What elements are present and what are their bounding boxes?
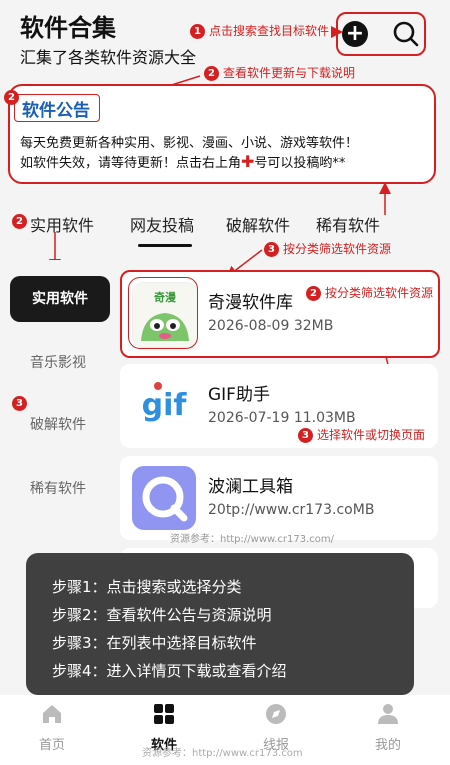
bolan-app-icon [132,466,196,530]
compass-icon [266,704,286,724]
step-1: 步骤1：点击搜索或选择分类 [52,578,242,596]
step-2: 步骤2：查看软件公告与资源说明 [52,606,272,624]
step-4: 步骤4：进入详情页下载或查看介绍 [52,662,287,680]
tab-rare[interactable]: 稀有软件 [316,212,380,236]
app-card-bolan[interactable]: 波澜工具箱 20tp://www.cr173.coMB [120,456,438,540]
notice-title: 软件公告 [22,101,90,121]
annotation-select: 3 选择软件或切换页面 [298,426,425,443]
notice-line-1: 每天免费更新各种实用、影视、漫画、小说、游戏等软件！ [20,136,359,151]
app-name: GIF助手 [208,385,270,405]
annotation-badge: 2 [4,90,19,105]
watermark: 资源参考：http://www.cr173.com/ [170,534,335,545]
tab-cracked[interactable]: 破解软件 [226,212,290,236]
nav-mine[interactable]: 我的 [358,702,418,753]
annotation-badge: 2 [12,214,27,229]
user-icon [378,704,398,724]
sidebar-item-practical[interactable]: 实用软件 [10,276,110,322]
annotation-categories: 3 按分类筛选软件资源 [264,240,391,257]
app-meta: 20tp://www.cr173.coMB [208,502,375,518]
annotation-badge: 3 [12,396,27,411]
notice-line-2: 如软件失效，请等待更新！点击右上角✚号可以投稿哟** [20,152,346,171]
app-meta: 2026-07-19 11.03MB [208,410,356,426]
tab-user-submissions[interactable]: 网友投稿 [130,212,194,236]
app-name: 波澜工具箱 [208,477,293,497]
home-icon [43,705,61,723]
gif-app-icon: gif [132,374,196,438]
annotation-filter: 2 按分类筛选软件资源 [306,284,433,301]
tab-practical[interactable]: 实用软件 [30,212,94,236]
tab-active-indicator [138,244,192,247]
plus-icon: ✚ [241,152,255,171]
nav-home[interactable]: 首页 [22,702,82,753]
sidebar-item-cracked[interactable]: 破解软件 [30,414,86,434]
sidebar-item-music-video[interactable]: 音乐影视 [30,352,86,372]
apps-grid-icon [154,704,174,724]
sidebar-item-rare[interactable]: 稀有软件 [30,478,86,498]
step-3: 步骤3：在列表中选择目标软件 [52,634,257,652]
annotation-notice: 2 查看软件更新与下载说明 [204,64,355,81]
bottom-watermark: 资源参考：http://www.cr173.com [142,748,303,759]
qiman-icon-highlight [128,277,198,349]
